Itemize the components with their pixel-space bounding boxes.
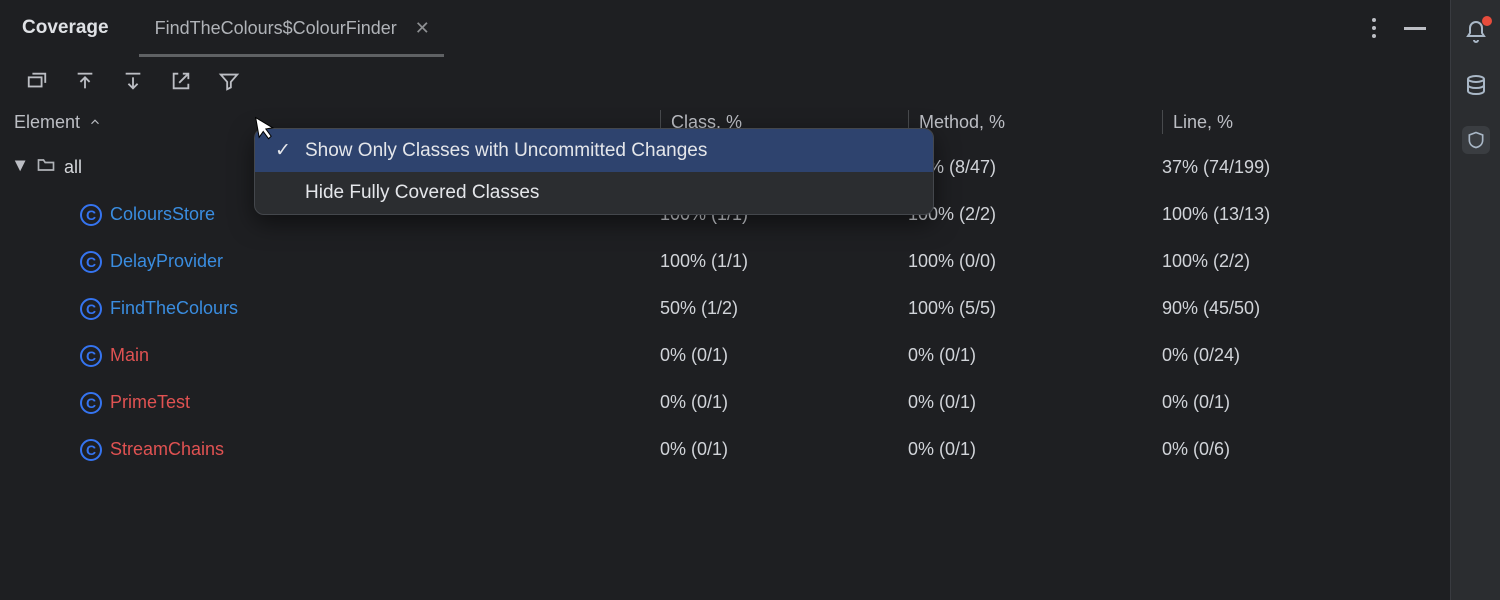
root-name: all bbox=[64, 157, 82, 178]
folder-icon bbox=[36, 155, 56, 180]
column-line[interactable]: Line, % bbox=[1162, 110, 1450, 134]
coverage-tab[interactable]: FindTheColours$ColourFinder ✕ bbox=[139, 0, 444, 56]
class-pct: 100% (1/1) bbox=[660, 251, 908, 272]
class-pct: 50% (1/2) bbox=[660, 298, 908, 319]
method-pct: 100% (0/0) bbox=[908, 251, 1162, 272]
open-external-icon[interactable] bbox=[168, 68, 194, 94]
toolbar bbox=[0, 56, 1450, 104]
table-row[interactable]: CStreamChains0% (0/1)0% (0/1)0% (0/6) bbox=[0, 426, 1450, 473]
line-pct: 90% (45/50) bbox=[1162, 298, 1450, 319]
class-name: PrimeTest bbox=[110, 392, 190, 413]
line-pct: 0% (0/24) bbox=[1162, 345, 1450, 366]
root-line-pct: 37% (74/199) bbox=[1162, 157, 1450, 178]
filter-icon[interactable] bbox=[216, 68, 242, 94]
class-name: ColoursStore bbox=[110, 204, 215, 225]
popup-show-uncommitted[interactable]: ✓ Show Only Classes with Uncommitted Cha… bbox=[255, 129, 933, 172]
table-row[interactable]: C DelayProvider 100% (1/1)100% (0/0)100% (… bbox=[0, 238, 1450, 285]
class-name: StreamChains bbox=[110, 439, 224, 460]
class-pct: 0% (0/1) bbox=[660, 439, 908, 460]
table-row[interactable]: C FindTheColours 50% (1/2)100% (5/5)90% (4… bbox=[0, 285, 1450, 332]
tab-bar: Coverage FindTheColours$ColourFinder ✕ bbox=[0, 0, 1450, 56]
method-pct: 100% (2/2) bbox=[908, 204, 1162, 225]
class-name: FindTheColours bbox=[110, 298, 238, 319]
line-pct: 100% (13/13) bbox=[1162, 204, 1450, 225]
close-icon[interactable]: ✕ bbox=[411, 18, 434, 39]
class-icon: C bbox=[80, 251, 102, 273]
right-tool-rail bbox=[1450, 0, 1500, 600]
class-pct: 0% (0/1) bbox=[660, 345, 908, 366]
notifications-icon[interactable] bbox=[1462, 18, 1490, 46]
table-row[interactable]: CMain0% (0/1)0% (0/1)0% (0/24) bbox=[0, 332, 1450, 379]
column-method[interactable]: Method, % bbox=[908, 110, 1162, 134]
method-pct: 100% (5/5) bbox=[908, 298, 1162, 319]
export-icon[interactable] bbox=[120, 68, 146, 94]
table-row[interactable]: CPrimeTest0% (0/1)0% (0/1)0% (0/1) bbox=[0, 379, 1450, 426]
panel-title: Coverage bbox=[12, 17, 119, 39]
tab-label: FindTheColours$ColourFinder bbox=[155, 18, 397, 39]
more-icon[interactable] bbox=[1372, 18, 1376, 38]
method-pct: 0% (0/1) bbox=[908, 392, 1162, 413]
notification-badge bbox=[1482, 16, 1492, 26]
class-icon: C bbox=[80, 345, 102, 367]
popup-hide-covered[interactable]: Hide Fully Covered Classes bbox=[255, 172, 933, 214]
shield-icon[interactable] bbox=[1462, 126, 1490, 154]
line-pct: 0% (0/6) bbox=[1162, 439, 1450, 460]
sort-asc-icon bbox=[88, 115, 102, 129]
class-icon: C bbox=[80, 204, 102, 226]
line-pct: 100% (2/2) bbox=[1162, 251, 1450, 272]
import-icon[interactable] bbox=[72, 68, 98, 94]
root-method-pct: 17% (8/47) bbox=[908, 157, 1162, 178]
expand-chevron-icon[interactable]: ▶ bbox=[13, 161, 30, 175]
method-pct: 0% (0/1) bbox=[908, 345, 1162, 366]
flatten-packages-icon[interactable] bbox=[24, 68, 50, 94]
filter-popup: ✓ Show Only Classes with Uncommitted Cha… bbox=[254, 128, 934, 215]
class-icon: C bbox=[80, 392, 102, 414]
class-icon: C bbox=[80, 298, 102, 320]
line-pct: 0% (0/1) bbox=[1162, 392, 1450, 413]
minimize-icon[interactable] bbox=[1404, 27, 1426, 30]
database-icon[interactable] bbox=[1462, 72, 1490, 100]
class-name: DelayProvider bbox=[110, 251, 223, 272]
class-pct: 0% (0/1) bbox=[660, 392, 908, 413]
class-icon: C bbox=[80, 439, 102, 461]
class-name: Main bbox=[110, 345, 149, 366]
method-pct: 0% (0/1) bbox=[908, 439, 1162, 460]
